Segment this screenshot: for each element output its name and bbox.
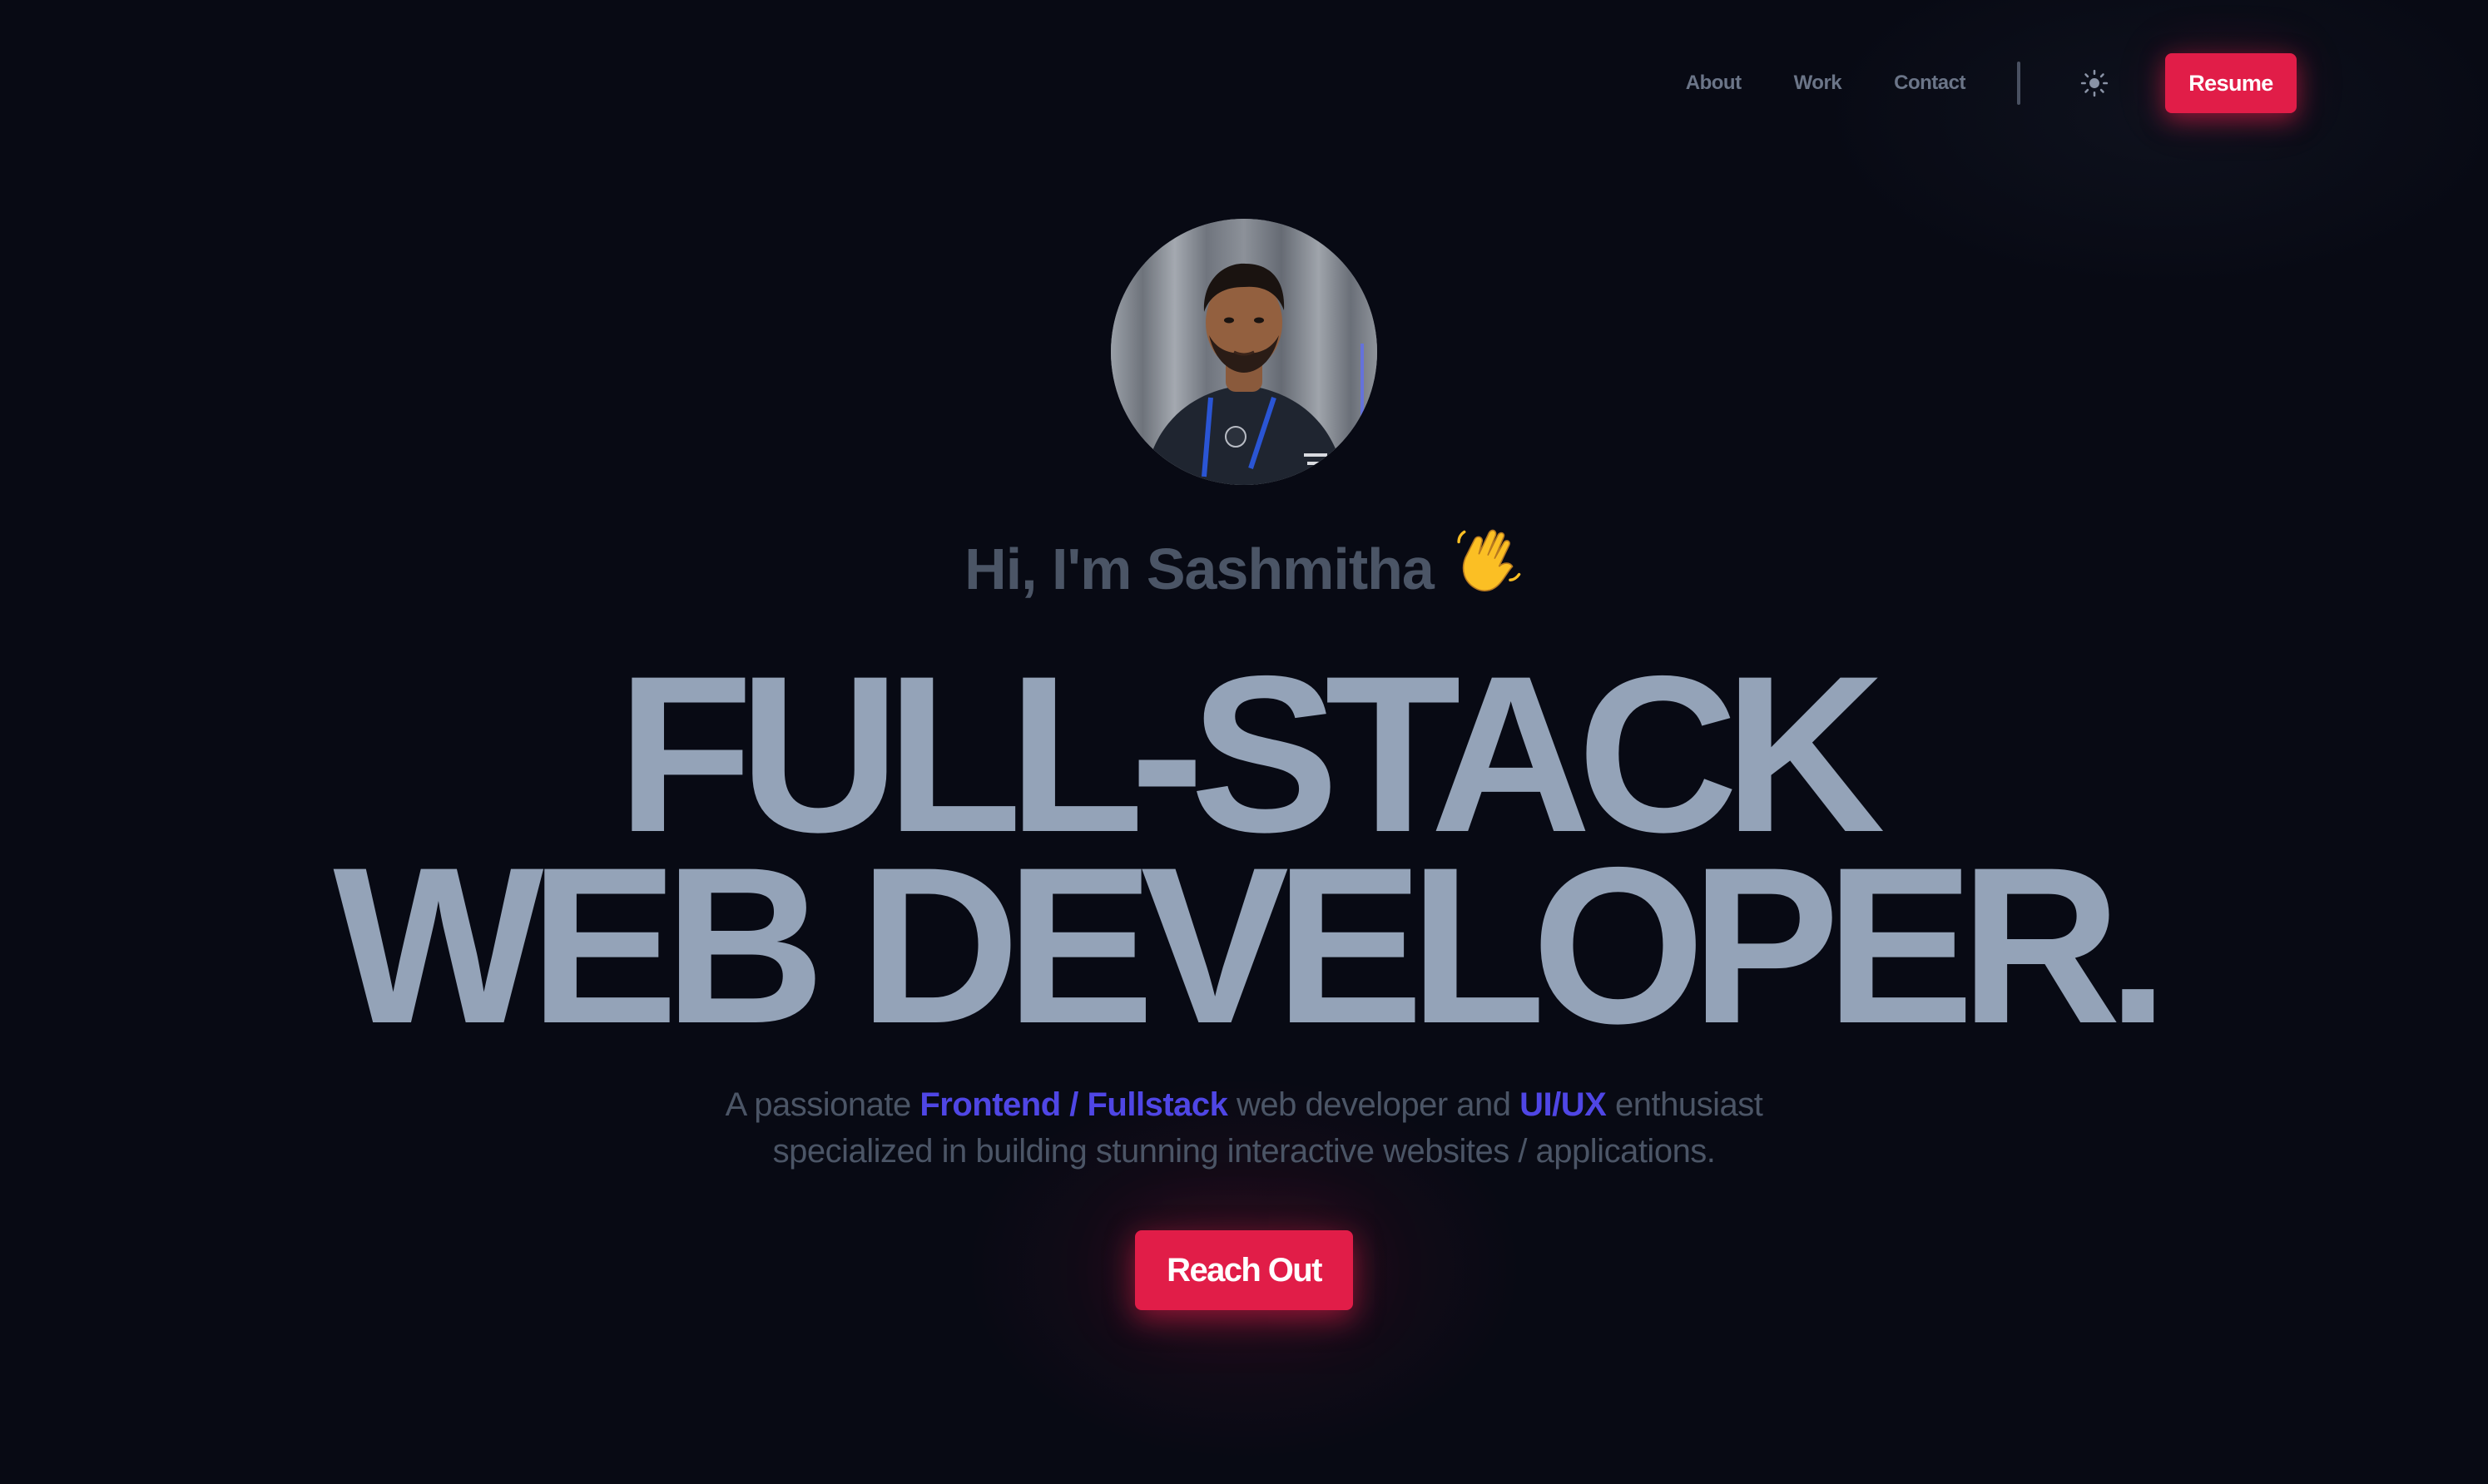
resume-button[interactable]: Resume (2165, 53, 2297, 113)
tagline-line-2: specialized in building stunning interac… (772, 1133, 1716, 1170)
wave-icon (1452, 524, 1524, 617)
reach-out-button[interactable]: Reach Out (1135, 1230, 1353, 1310)
tagline-text-3: enthusiast (1606, 1086, 1763, 1123)
tagline-highlight-frontend: Frontend / Fullstack (919, 1086, 1228, 1123)
headline-line-2: WEB DEVELOPER. (333, 820, 2168, 1070)
nav-link-work[interactable]: Work (1794, 72, 1842, 95)
tagline: A passionate Frontend / Fullstack web de… (0, 1081, 2488, 1175)
greeting: Hi, I'm Sashmitha (0, 524, 2488, 617)
nav-link-contact[interactable]: Contact (1894, 72, 1965, 95)
top-nav: About Work Contact Resume (1686, 52, 2297, 115)
nav-link-about[interactable]: About (1686, 72, 1742, 95)
avatar (1111, 219, 1377, 485)
theme-toggle-button[interactable] (2077, 66, 2112, 101)
tagline-text-1: A passionate (725, 1086, 920, 1123)
sun-icon (2080, 69, 2109, 97)
nav-divider (2017, 62, 2020, 105)
tagline-line-1: A passionate Frontend / Fullstack web de… (0, 1081, 2488, 1128)
tagline-highlight-uiux: UI/UX (1519, 1086, 1607, 1123)
tagline-text-2: web developer and (1227, 1086, 1520, 1123)
profile-photo-icon (1111, 219, 1377, 485)
greeting-text: Hi, I'm Sashmitha (964, 537, 1435, 601)
